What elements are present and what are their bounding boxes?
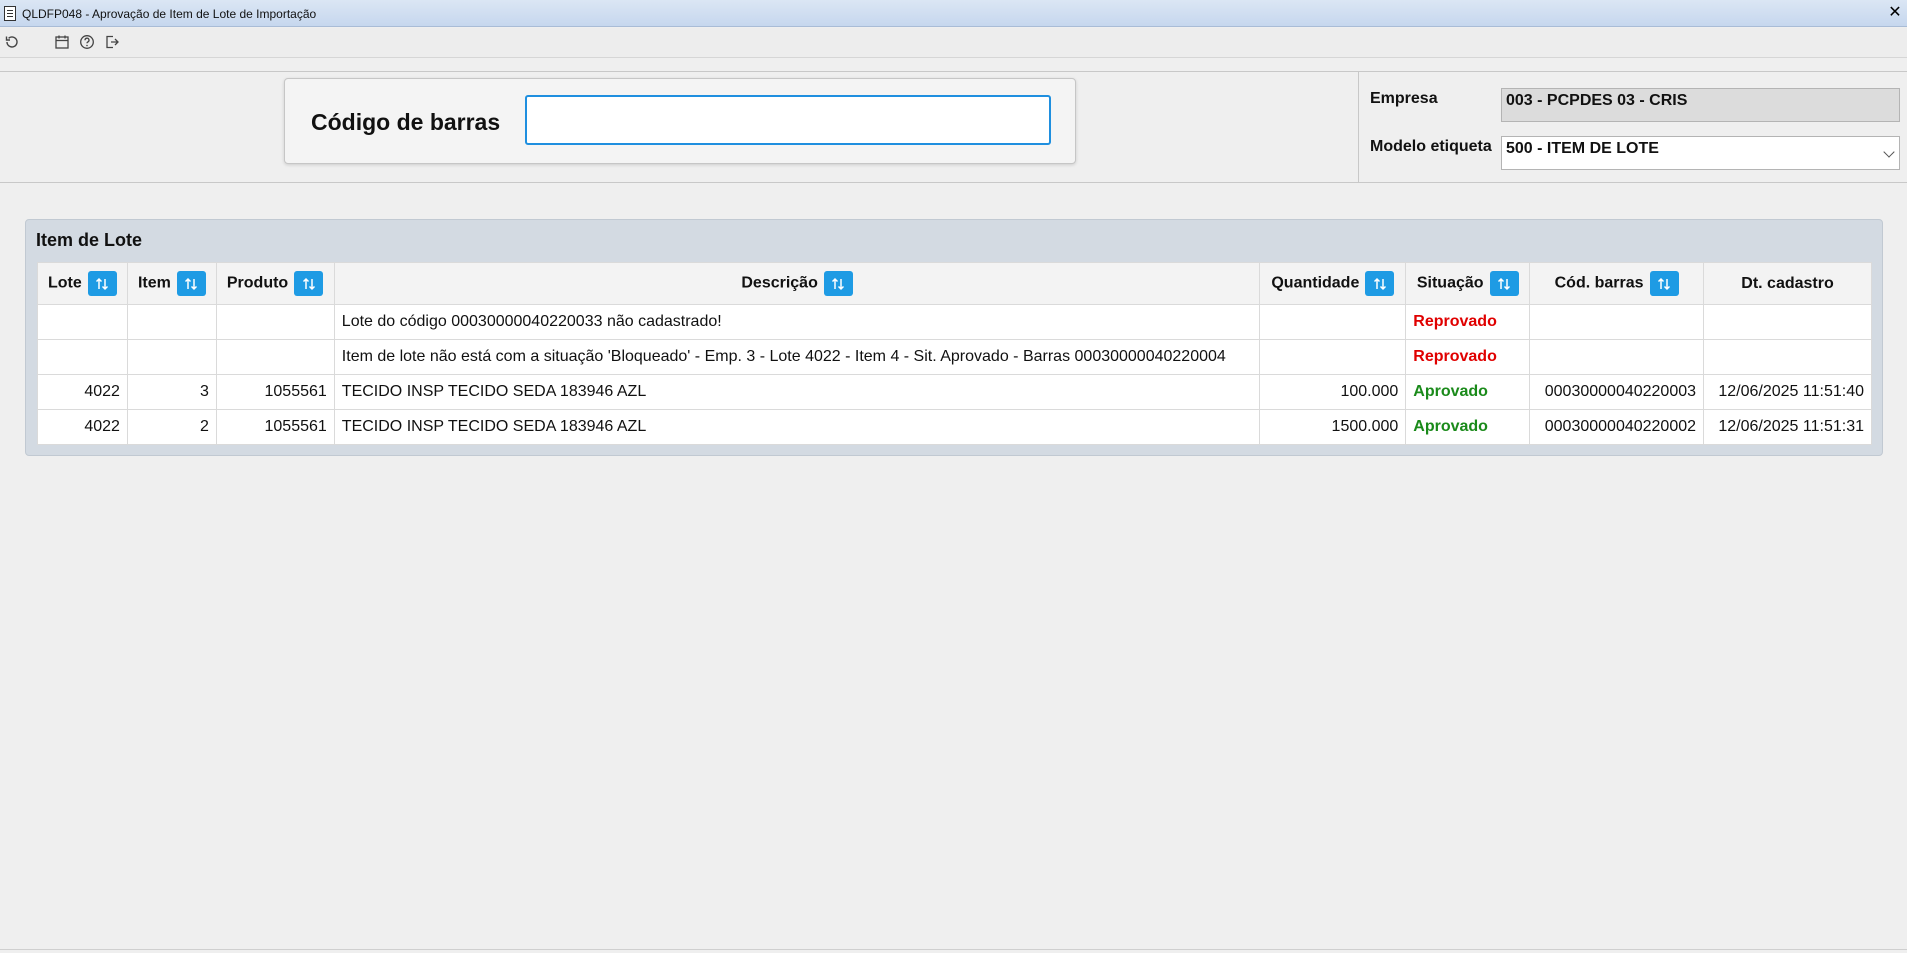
col-header-dt-cadastro: Dt. cadastro	[1703, 262, 1872, 305]
col-header-label: Produto	[226, 274, 289, 292]
cell-situacao: Reprovado	[1405, 339, 1531, 375]
cell-situacao: Aprovado	[1405, 374, 1531, 410]
item-de-lote-panel: Item de Lote Lote Item Produto Descrição…	[25, 219, 1883, 456]
cell-situacao: Aprovado	[1405, 409, 1531, 445]
col-header-label: Descrição	[741, 274, 818, 292]
help-icon[interactable]	[78, 33, 96, 51]
window-title: QLDFP048 - Aprovação de Item de Lote de …	[22, 7, 317, 21]
close-button[interactable]: ✕	[1883, 2, 1907, 24]
cell-quantidade: 1500.000	[1259, 409, 1407, 445]
cell-produto: 1055561	[215, 409, 335, 445]
cell-lote: 4022	[37, 409, 128, 445]
sort-button-item[interactable]	[176, 271, 206, 296]
col-header-quantidade: Quantidade	[1259, 262, 1407, 305]
col-header-label: Situação	[1416, 274, 1484, 292]
modelo-label: Modelo etiqueta	[1370, 138, 1492, 155]
refresh-icon[interactable]	[3, 33, 21, 51]
table-row[interactable]: Lote do código 00030000040220033 não cad…	[37, 304, 1872, 340]
divider	[1358, 72, 1359, 182]
table-row[interactable]: 4022 2 1055561 TECIDO INSP TECIDO SEDA 1…	[37, 409, 1872, 445]
filter-bar: Código de barras Empresa 003 - PCPDES 03…	[0, 71, 1907, 183]
cell-dt-cadastro	[1703, 339, 1872, 375]
col-header-label: Item	[137, 274, 171, 292]
barcode-label: Código de barras	[311, 109, 501, 135]
cell-item: 3	[126, 374, 217, 410]
sort-button-cod-barras[interactable]	[1649, 271, 1679, 296]
chevron-down-icon	[1883, 146, 1895, 158]
empresa-label: Empresa	[1370, 90, 1438, 107]
cell-descricao: TECIDO INSP TECIDO SEDA 183946 AZL	[333, 374, 1261, 410]
cell-quantidade: 100.000	[1259, 374, 1407, 410]
calendar-icon[interactable]	[53, 33, 71, 51]
col-header-produto: Produto	[215, 262, 335, 305]
sort-icon	[185, 277, 198, 290]
col-header-label: Quantidade	[1271, 274, 1360, 292]
sort-button-lote[interactable]	[87, 271, 117, 296]
col-header-situacao: Situação	[1405, 262, 1531, 305]
col-header-label: Dt. cadastro	[1741, 274, 1834, 292]
cell-cod-barras: 00030000040220003	[1529, 374, 1705, 410]
document-icon	[4, 6, 16, 21]
cell-descricao: Lote do código 00030000040220033 não cad…	[333, 304, 1261, 340]
cell-situacao: Reprovado	[1405, 304, 1531, 340]
cell-item	[126, 304, 217, 340]
sort-button-quantidade[interactable]	[1365, 271, 1395, 296]
col-header-cod-barras: Cód. barras	[1529, 262, 1705, 305]
barcode-box: Código de barras	[284, 78, 1076, 164]
cell-item	[126, 339, 217, 375]
col-header-label: Lote	[48, 274, 82, 292]
panel-title: Item de Lote	[36, 230, 143, 250]
empresa-field: 003 - PCPDES 03 - CRIS	[1501, 88, 1900, 122]
cell-dt-cadastro: 12/06/2025 11:51:40	[1703, 374, 1872, 410]
cell-lote	[37, 304, 128, 340]
cell-quantidade	[1259, 304, 1407, 340]
sort-icon	[1498, 277, 1511, 290]
cell-lote	[37, 339, 128, 375]
cell-cod-barras	[1529, 339, 1705, 375]
sort-icon	[832, 277, 845, 290]
cell-quantidade	[1259, 339, 1407, 375]
modelo-etiqueta-select[interactable]: 500 - ITEM DE LOTE	[1501, 136, 1900, 170]
sort-button-descricao[interactable]	[823, 271, 853, 296]
sort-icon	[1658, 277, 1671, 290]
cell-cod-barras	[1529, 304, 1705, 340]
title-bar: QLDFP048 - Aprovação de Item de Lote de …	[0, 0, 1907, 27]
cell-produto	[215, 304, 335, 340]
cell-produto: 1055561	[215, 374, 335, 410]
toolbar	[0, 28, 1907, 58]
col-header-lote: Lote	[37, 262, 128, 305]
col-header-label: Cód. barras	[1554, 274, 1644, 292]
status-divider	[0, 949, 1907, 950]
table-row[interactable]: Item de lote não está com a situação 'Bl…	[37, 339, 1872, 375]
cell-dt-cadastro	[1703, 304, 1872, 340]
col-header-descricao: Descrição	[333, 262, 1261, 305]
cell-dt-cadastro: 12/06/2025 11:51:31	[1703, 409, 1872, 445]
sort-icon	[302, 277, 315, 290]
exit-icon[interactable]	[103, 33, 121, 51]
sort-button-produto[interactable]	[294, 271, 324, 296]
barcode-input[interactable]	[525, 95, 1051, 145]
cell-lote: 4022	[37, 374, 128, 410]
col-header-item: Item	[126, 262, 217, 305]
item-de-lote-table: Lote Item Produto Descrição Quantidade S…	[37, 262, 1872, 445]
cell-descricao: Item de lote não está com a situação 'Bl…	[333, 339, 1261, 375]
sort-icon	[96, 277, 109, 290]
cell-produto	[215, 339, 335, 375]
table-header-row: Lote Item Produto Descrição Quantidade S…	[37, 262, 1872, 305]
sort-icon	[1373, 277, 1386, 290]
modelo-selected-value: 500 - ITEM DE LOTE	[1506, 140, 1659, 157]
cell-cod-barras: 00030000040220002	[1529, 409, 1705, 445]
table-row[interactable]: 4022 3 1055561 TECIDO INSP TECIDO SEDA 1…	[37, 374, 1872, 410]
cell-descricao: TECIDO INSP TECIDO SEDA 183946 AZL	[333, 409, 1261, 445]
sort-button-situacao[interactable]	[1489, 271, 1519, 296]
cell-item: 2	[126, 409, 217, 445]
